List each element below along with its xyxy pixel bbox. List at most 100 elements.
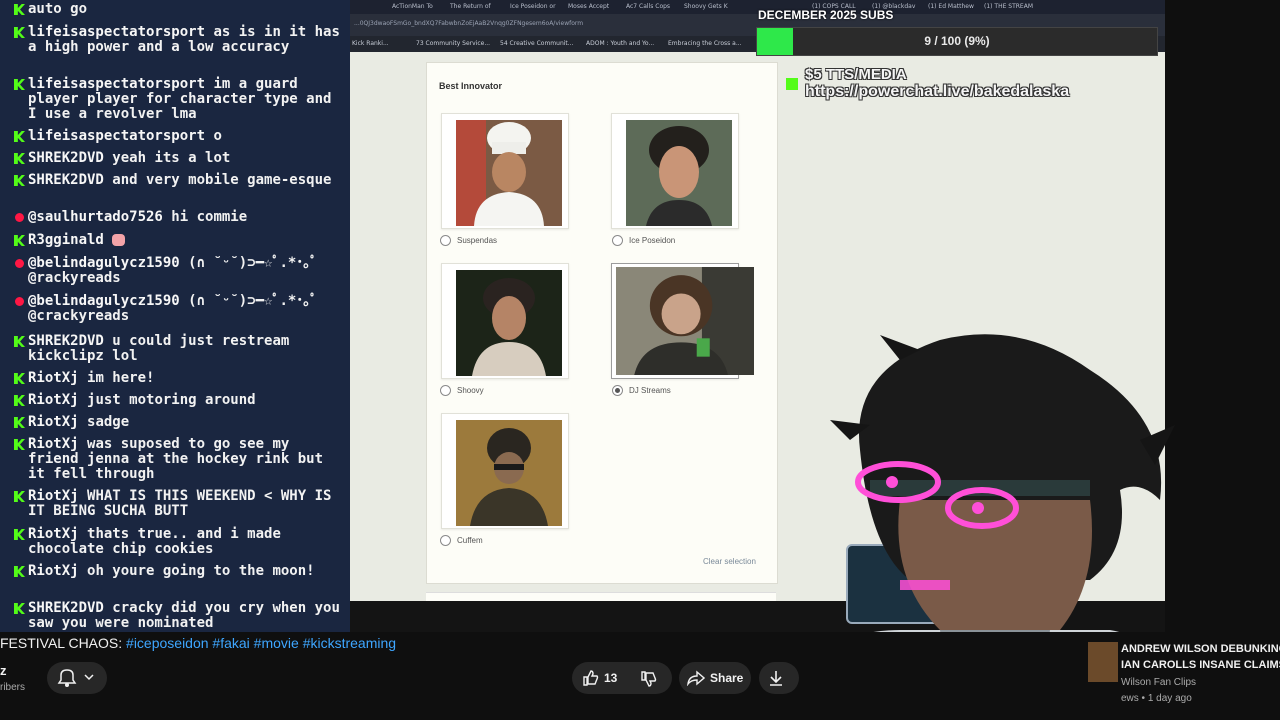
bookmark-item[interactable]: Kick Ranki... [352, 40, 389, 47]
chat-username: lifeisaspectatorsport [28, 128, 206, 144]
recommended-channel[interactable]: Wilson Fan Clips [1121, 677, 1196, 688]
clear-selection-link[interactable]: Clear selection [703, 557, 756, 566]
url-text[interactable]: ...0QJ3dwaoFSmGo_bndXQ7FabwbnZoEjAaB2Vnq… [354, 20, 583, 27]
recommended-thumbnail[interactable] [1088, 642, 1118, 682]
chat-text: just motoring around [87, 392, 256, 408]
bell-icon [57, 669, 94, 687]
chat-text: o [213, 128, 222, 144]
chat-username: RiotXj [28, 488, 79, 504]
bookmark-item[interactable]: ADOM : Youth and Yo... [586, 40, 654, 47]
bookmark-item[interactable]: 54 Creative Communit... [500, 40, 574, 47]
youtube-badge-icon [15, 213, 24, 222]
radio-suspendas[interactable] [440, 235, 451, 246]
download-button[interactable] [759, 662, 799, 694]
share-label: Share [710, 671, 744, 685]
chat-message: lifeisaspectatorsport as is in it has a … [14, 25, 344, 55]
chat-username: @saulhurtado7526 [28, 209, 163, 225]
radio-cuffem[interactable] [440, 535, 451, 546]
chat-username: RiotXj [28, 563, 79, 579]
browser-tab[interactable]: AcTionMan To [392, 1, 433, 13]
browser-tab[interactable]: (1) Ed Matthew [928, 1, 974, 13]
nomination-form: Best Innovator Suspendas Ice Poseidon Sh… [426, 62, 778, 584]
browser-tab[interactable]: Moses Accept [568, 1, 609, 13]
recommended-title[interactable]: IAN CAROLLS INSANE CLAIMS [1121, 659, 1280, 671]
thumbs-up-icon[interactable] [582, 669, 600, 687]
chat-message: RiotXj im here! [14, 371, 344, 386]
chat-username: @belindagulycz1590 [28, 293, 180, 309]
chat-message: lifeisaspectatorsport im a guard player … [14, 77, 344, 122]
sub-goal-progress-bar: 9 / 100 (9%) [756, 27, 1158, 56]
chat-text: sadge [87, 414, 130, 430]
browser-tab[interactable]: Ice Poseidon or [510, 1, 556, 13]
chat-message: SHREK2DVD u could just restream kickclip… [14, 334, 344, 364]
browser-tab[interactable]: The Return of [450, 1, 491, 13]
chat-message: auto go [14, 2, 344, 17]
chat-username: RiotXj [28, 370, 79, 386]
browser-tab[interactable]: Shoovy Gets K [684, 1, 728, 13]
browser-tab[interactable]: Ac7 Calls Cops [626, 1, 670, 13]
pig-emote-icon [112, 234, 126, 246]
youtube-badge-icon [15, 259, 24, 268]
option-card-dj-streams[interactable] [611, 263, 754, 379]
bookmark-item[interactable]: 73 Community Service... [416, 40, 490, 47]
download-icon [770, 671, 782, 686]
chat-username: RiotXj [28, 392, 79, 408]
chat-username: R3gginald [28, 232, 104, 248]
chat-username: RiotXj [28, 436, 79, 452]
chat-message: @belindagulycz1590 (∩ ˘ᵕ˘)⊃━☆ﾟ.*･｡ﾟ @cra… [14, 294, 344, 324]
chat-text: oh youre going to the moon! [87, 563, 315, 579]
option-label: Shoovy [457, 386, 484, 395]
channel-name[interactable]: z [0, 663, 7, 678]
video-title: FESTIVAL CHAOS: #iceposeidon #fakai #mov… [0, 635, 396, 651]
radio-ice-poseidon[interactable] [612, 235, 623, 246]
chat-username: SHREK2DVD [28, 333, 104, 349]
kick-logo-icon [786, 78, 798, 90]
chat-message: @belindagulycz1590 (∩ ˘ᵕ˘)⊃━☆ﾟ.*･｡ﾟ @rac… [14, 256, 344, 286]
option-card-ice-poseidon[interactable] [611, 113, 739, 229]
option-card-shoovy[interactable] [441, 263, 569, 379]
like-count: 13 [604, 671, 618, 685]
share-button[interactable]: Share [679, 662, 751, 694]
subscriber-count: ribers [0, 682, 26, 693]
sub-goal-count: 9 / 100 (9%) [924, 34, 990, 48]
notification-bell-button[interactable] [47, 662, 107, 694]
chat-message: RiotXj thats true.. and i made chocolate… [14, 527, 344, 557]
browser-tab[interactable]: (1) THE STREAM [984, 1, 1033, 13]
chat-username: RiotXj [28, 414, 79, 430]
chat-message: RiotXj WHAT IS THIS WEEKEND < WHY IS IT … [14, 489, 344, 519]
sub-goal-title: DECEMBER 2025 SUBS [758, 8, 894, 22]
option-card-cuffem[interactable] [441, 413, 569, 529]
video-title-text: FESTIVAL CHAOS: [0, 635, 127, 651]
option-card-suspendas[interactable] [441, 113, 569, 229]
video-hashtags[interactable]: #iceposeidon #fakai #movie #kickstreamin… [126, 635, 396, 651]
bookmark-item[interactable]: Embracing the Cross a... [668, 40, 742, 47]
dj-streams-photo-image [616, 267, 754, 375]
chat-username: lifeisaspectatorsport [28, 24, 206, 40]
chat-text: hi commie [171, 209, 248, 225]
thumbs-down-icon[interactable] [640, 670, 658, 688]
man-photo-image [626, 120, 732, 226]
chat-username: RiotXj [28, 526, 79, 542]
chat-message: @saulhurtado7526 hi commie [14, 210, 344, 225]
chat-message: lifeisaspectatorsport o [14, 129, 344, 144]
chat-message: RiotXj oh youre going to the moon! [14, 564, 344, 579]
chat-message: R3gginald [14, 233, 344, 248]
radio-shoovy[interactable] [440, 385, 451, 396]
option-label: Cuffem [457, 536, 483, 545]
chat-username: SHREK2DVD [28, 150, 104, 166]
chat-username: SHREK2DVD [28, 600, 104, 616]
recommended-title[interactable]: ANDREW WILSON DEBUNKING [1121, 643, 1280, 655]
chat-message: RiotXj just motoring around [14, 393, 344, 408]
chat-message: RiotXj sadge [14, 415, 344, 430]
chat-message: RiotXj was suposed to go see my friend j… [14, 437, 344, 482]
recommended-meta: ews • 1 day ago [1121, 693, 1192, 704]
chat-message: SHREK2DVD yeah its a lot [14, 151, 344, 166]
chat-text: auto go [28, 1, 88, 17]
form-section-title: Best Innovator [439, 81, 503, 91]
chat-text: and very mobile game-esque [112, 172, 332, 188]
share-icon [687, 670, 705, 686]
tts-link: https://powerchat.live/bakedalaska [805, 83, 1070, 100]
radio-dj-streams[interactable] [612, 385, 623, 396]
chat-overlay: auto go lifeisaspectatorsport as is in i… [0, 0, 350, 632]
chat-message: SHREK2DVD and very mobile game-esque [14, 173, 344, 188]
